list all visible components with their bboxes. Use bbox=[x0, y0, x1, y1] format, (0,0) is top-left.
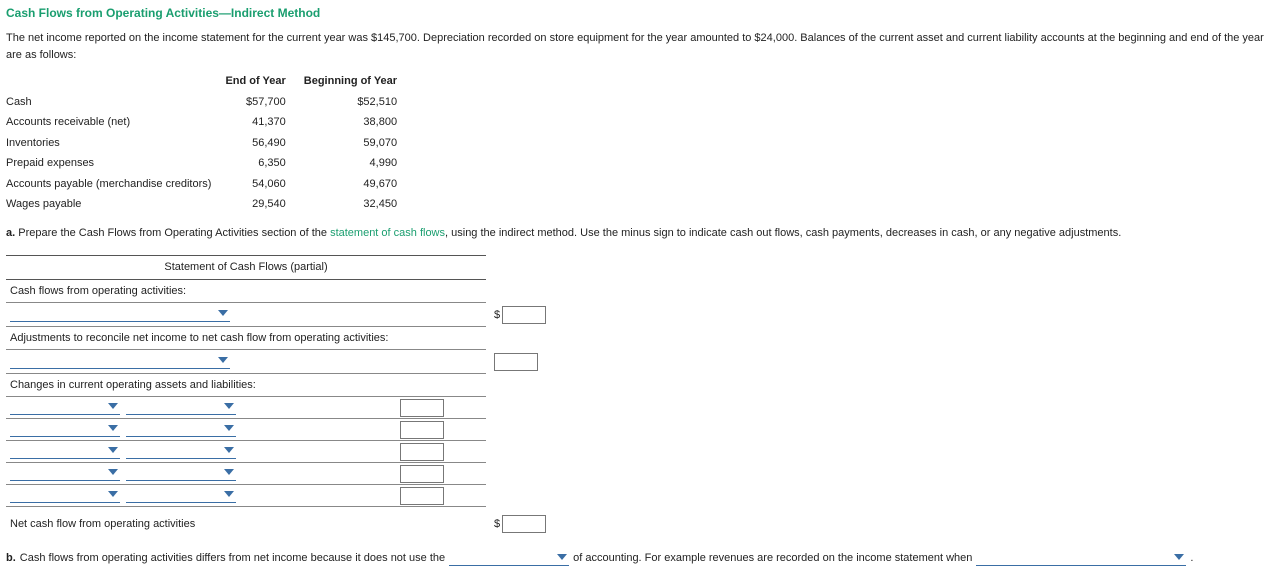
question-a: a. Prepare the Cash Flows from Operating… bbox=[6, 225, 1269, 242]
cash-flows-link[interactable]: statement of cash flows bbox=[330, 227, 445, 239]
table-row: Cash$57,700$52,510 bbox=[6, 92, 415, 113]
scf-dropdown-6b[interactable] bbox=[126, 466, 236, 481]
table-header-row: End of Year Beginning of Year bbox=[6, 71, 415, 92]
table-row: Wages payable29,54032,450 bbox=[6, 194, 415, 215]
scf-dropdown-5a[interactable] bbox=[10, 444, 120, 459]
scf-net-label: Net cash flow from operating activities bbox=[6, 513, 394, 536]
scf-amount-input-3[interactable] bbox=[400, 399, 444, 417]
table-row: Accounts payable (merchandise creditors)… bbox=[6, 174, 415, 195]
qb-dropdown-1[interactable] bbox=[449, 551, 569, 566]
scf-dropdown-7b[interactable] bbox=[126, 488, 236, 503]
scf-amount-input-5[interactable] bbox=[400, 443, 444, 461]
col-beg-header: Beginning of Year bbox=[304, 71, 415, 92]
scf-amount-input-2[interactable] bbox=[494, 353, 538, 371]
scf-net-amount-input[interactable] bbox=[502, 515, 546, 533]
scf-amount-input-6[interactable] bbox=[400, 465, 444, 483]
qb-prefix: b. bbox=[6, 550, 16, 567]
scf-dropdown-1[interactable] bbox=[10, 307, 230, 322]
scf-line-changes: Changes in current operating assets and … bbox=[6, 374, 394, 397]
col-end-header: End of Year bbox=[225, 71, 303, 92]
scf-line-adjustments: Adjustments to reconcile net income to n… bbox=[6, 327, 394, 350]
intro-text: The net income reported on the income st… bbox=[6, 30, 1269, 63]
scf-amount-input-4[interactable] bbox=[400, 421, 444, 439]
scf-dropdown-7a[interactable] bbox=[10, 488, 120, 503]
qb-dropdown-2[interactable] bbox=[976, 551, 1186, 566]
table-row: Inventories56,49059,070 bbox=[6, 133, 415, 154]
scf-amount-input-1[interactable] bbox=[502, 306, 546, 324]
table-row: Accounts receivable (net)41,37038,800 bbox=[6, 112, 415, 133]
scf-line-operating: Cash flows from operating activities: bbox=[6, 280, 394, 303]
scf-dropdown-3a[interactable] bbox=[10, 400, 120, 415]
scf-dropdown-4b[interactable] bbox=[126, 422, 236, 437]
page-title: Cash Flows from Operating Activities—Ind… bbox=[6, 4, 1269, 22]
table-row: Prepaid expenses6,3504,990 bbox=[6, 153, 415, 174]
scf-title: Statement of Cash Flows (partial) bbox=[6, 255, 486, 280]
dollar-sign: $ bbox=[494, 516, 500, 533]
question-b: b. Cash flows from operating activities … bbox=[6, 550, 1269, 567]
scf-dropdown-3b[interactable] bbox=[126, 400, 236, 415]
scf-section: Statement of Cash Flows (partial) Cash f… bbox=[6, 255, 1269, 536]
scf-dropdown-2[interactable] bbox=[10, 354, 230, 369]
dollar-sign: $ bbox=[494, 307, 500, 324]
scf-amount-input-7[interactable] bbox=[400, 487, 444, 505]
balances-table: End of Year Beginning of Year Cash$57,70… bbox=[6, 71, 415, 215]
scf-dropdown-4a[interactable] bbox=[10, 422, 120, 437]
scf-dropdown-6a[interactable] bbox=[10, 466, 120, 481]
scf-dropdown-5b[interactable] bbox=[126, 444, 236, 459]
qa-prefix: a. bbox=[6, 227, 15, 239]
